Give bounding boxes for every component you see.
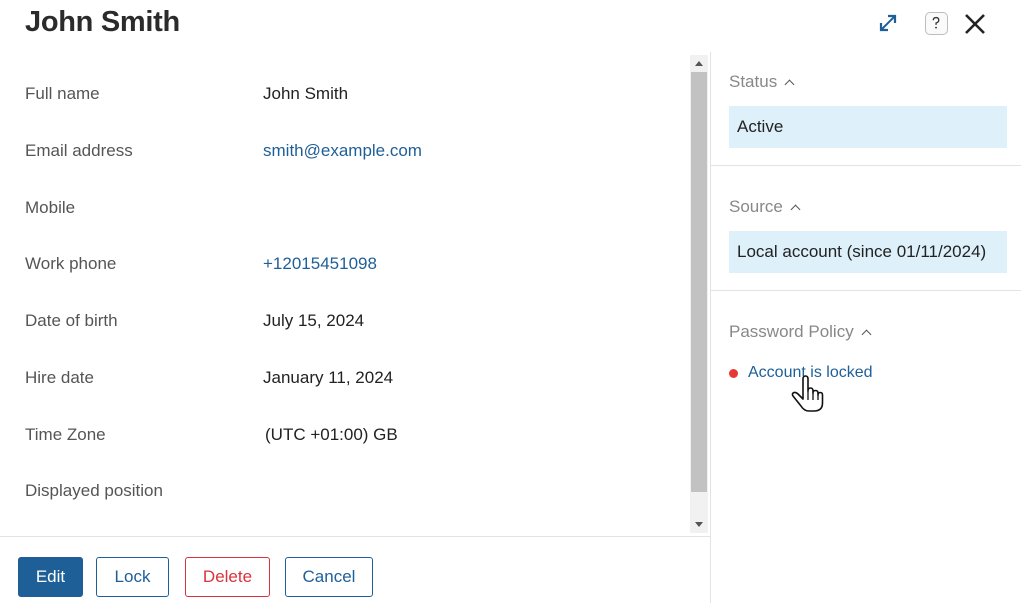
phone-link[interactable]: +12015451098 [263,254,377,274]
field-label: Hire date [25,368,94,387]
email-link[interactable]: smith@example.com [263,141,422,161]
status-value: Active [729,106,1007,148]
status-header-label: Status [729,72,778,91]
field-label: Full name [25,84,100,103]
expand-icon[interactable] [877,12,899,34]
field-work-phone: Work phone +12015451098 [25,254,685,278]
field-date-of-birth: Date of birth July 15, 2024 [25,311,685,335]
details-panel: Full name John Smith Email address smith… [0,52,711,536]
field-label: Work phone [25,254,117,273]
scroll-up-arrow-icon[interactable] [690,55,708,71]
field-hire-date: Hire date January 11, 2024 [25,368,685,392]
delete-button[interactable]: Delete [185,557,270,597]
divider [711,165,1021,166]
source-header-label: Source [729,197,783,216]
source-value: Local account (since 01/11/2024) [729,231,1007,273]
password-policy-header[interactable]: Password Policy [729,322,872,342]
field-label: Email address [25,141,133,160]
help-icon[interactable] [925,12,948,35]
field-displayed-position: Displayed position [25,481,685,505]
scrollbar[interactable] [690,55,708,533]
status-header[interactable]: Status [729,72,795,92]
side-panel: Status Active Source Local account (sinc… [710,52,1021,603]
field-full-name: Full name John Smith [25,84,685,108]
field-label: Displayed position [25,481,163,500]
footer-actions: Edit Lock Delete Cancel [0,536,711,603]
field-value: July 15, 2024 [263,311,365,330]
close-icon[interactable] [963,12,987,36]
field-value: John Smith [263,84,349,103]
field-label: Time Zone [25,425,106,444]
edit-button[interactable]: Edit [18,557,83,597]
lock-button[interactable]: Lock [96,557,169,597]
chevron-up-icon [784,79,795,89]
field-label: Date of birth [25,311,118,330]
hand-cursor-icon [791,375,824,412]
page-title: John Smith [25,6,180,38]
field-email: Email address smith@example.com [25,141,685,165]
divider [711,290,1021,291]
field-value: January 11, 2024 [263,368,394,387]
password-policy-header-label: Password Policy [729,322,854,341]
chevron-up-icon [861,329,872,339]
status-dot-icon [729,368,738,378]
scroll-down-arrow-icon[interactable] [690,517,708,533]
field-label: Mobile [25,198,76,217]
cancel-button[interactable]: Cancel [285,557,373,597]
chevron-up-icon [790,204,801,214]
field-value: (UTC +01:00) GB [265,425,398,444]
field-mobile: Mobile [25,198,685,222]
source-header[interactable]: Source [729,197,801,217]
field-time-zone: Time Zone (UTC +01:00) GB [25,425,685,449]
scroll-thumb[interactable] [691,72,707,492]
